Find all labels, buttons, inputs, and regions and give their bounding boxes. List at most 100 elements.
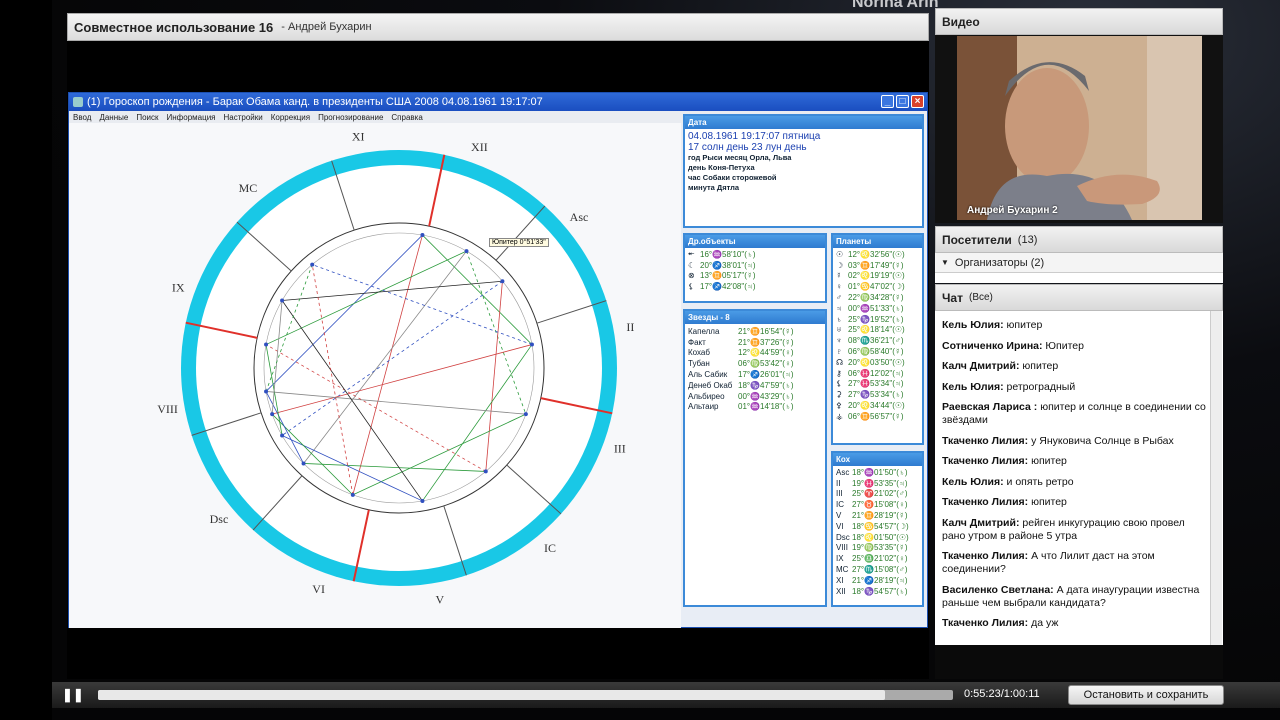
chat-text: Юпитер	[1045, 339, 1084, 352]
chat-author: Калч Дмитрий:	[942, 360, 1020, 372]
menu-item[interactable]: Данные	[99, 113, 128, 122]
table-row: ⚶ 06°♊56'57"(☿)	[836, 411, 919, 422]
table-row: ⊗ 13°♊05'17"(☿)	[688, 271, 822, 282]
close-icon[interactable]: ×	[911, 95, 924, 108]
chat-author: Кель Юлия:	[942, 475, 1004, 488]
planet-point	[500, 279, 505, 284]
menu-item[interactable]: Поиск	[136, 113, 158, 122]
house-label: Asc	[570, 210, 589, 224]
chat-text: юпитер	[1031, 496, 1067, 508]
chat-scrollbar[interactable]	[1210, 311, 1222, 645]
planet-point	[301, 461, 306, 466]
days-line: 17 солн день 23 лун день	[688, 142, 807, 153]
planet-point	[529, 342, 534, 347]
house-label: Dsc	[210, 512, 229, 526]
planet-value: 27°♓53'34"(♃)	[848, 379, 904, 389]
cusp-label: Asc	[836, 467, 850, 477]
cusp-label: V	[836, 511, 842, 521]
table-row: ♀ 01°♋47'02"(☽)	[836, 281, 919, 292]
date-panel: Дата 04.08.1961 19:17:07 пятница 17 солн…	[683, 114, 924, 228]
star-label: Аль Сабик	[688, 370, 728, 380]
planet-point	[280, 298, 285, 303]
table-row: ☉ 12°♌32'56"(☉)	[836, 249, 919, 260]
video-caption: Андрей Бухарин 2	[967, 205, 1058, 216]
chat-author: Ткаченко Лилия:	[942, 455, 1029, 467]
house-label: MC	[239, 181, 258, 195]
planet-value: 20°♌34'44"(☉)	[848, 401, 905, 411]
table-row: VIII 19°♍53'35"(☿)	[836, 543, 919, 554]
table-row: ⚸ 27°♓53'34"(♃)	[836, 379, 919, 390]
chat-author: Кель Юлия:	[942, 380, 1004, 393]
star-value: 18°♑47'59"(♄)	[738, 380, 794, 390]
chart-area[interactable]: XI XII Asc II III IC V VI Dsc VIII IX MC Юпитер 0°5…	[69, 123, 681, 628]
planet-value: 00°♒51'33"(♄)	[848, 303, 904, 313]
table-row: Asc 18°♒01'50"(♄)	[836, 467, 919, 478]
natal-chart-wheel[interactable]: XIXIIAscIIIIIICVVIDscVIIIIXMC	[69, 123, 681, 628]
planet-value: 25°♌18'14"(☉)	[848, 325, 905, 335]
table-row: MC 27°♏15'08"(♂)	[836, 564, 919, 575]
house-label: IC	[544, 541, 556, 555]
attendees-count: (13)	[1017, 233, 1038, 246]
share-title-bar: Совместное использование 16 - Андрей Бух…	[67, 13, 929, 41]
chat-header: Чат (Все)	[935, 284, 1223, 311]
window-titlebar[interactable]: (1) Гороскоп рождения - Барак Обама канд…	[69, 93, 927, 111]
chat-text: да уж	[1031, 617, 1059, 629]
menu-item[interactable]: Прогнозирование	[318, 113, 383, 122]
table-row: ☿ 02°♌19'19"(☉)	[836, 271, 919, 282]
table-row: V 21°♊28'19"(☿)	[836, 510, 919, 521]
minimize-icon[interactable]: _	[881, 95, 894, 108]
cusp-value: 18°♒01'50"(♄)	[852, 467, 908, 477]
panel-title: Планеты	[833, 235, 922, 248]
progress-track[interactable]	[98, 690, 953, 700]
maximize-icon[interactable]: □	[896, 95, 909, 108]
date-info-line: час Собаки сторожевой	[688, 173, 777, 182]
table-row: VI 18°♋54'57"(☽)	[836, 521, 919, 532]
triangle-down-icon[interactable]: ▼	[941, 258, 949, 267]
house-label: II	[626, 320, 634, 334]
star-value: 17°♐26'01"(♃)	[738, 370, 794, 380]
planets-panel: Планеты ☉ 12°♌32'56"(☉) ☽ 03°♊17'49"(☿) ☿ 02°…	[831, 233, 924, 445]
menu-item[interactable]: Ввод	[73, 113, 91, 122]
menu-item[interactable]: Коррекция	[271, 113, 310, 122]
chat-author: Калч Дмитрий:	[942, 516, 1020, 529]
table-row: ⯬ 16°♒58'10"(♄)	[688, 249, 822, 260]
chat-author: Сотниченко Ирина:	[942, 339, 1043, 352]
chat-text: ретроградный	[1006, 380, 1076, 393]
object-value: 13°♊05'17"(☿)	[700, 271, 756, 281]
menu-item[interactable]: Настройки	[224, 113, 263, 122]
menu-item[interactable]: Справка	[391, 113, 422, 122]
planet-value: 12°♌32'56"(☉)	[848, 249, 905, 259]
planet-value: 01°♋47'02"(☽)	[848, 282, 905, 292]
object-value: 16°♒58'10"(♄)	[700, 249, 756, 259]
pause-icon[interactable]: ❚❚	[62, 687, 84, 703]
chat-log[interactable]: Кель Юлия: юпитер Сотниченко Ирина: Юпите…	[935, 311, 1223, 645]
chat-text: у Януковича Солнце в Рыбах	[1031, 434, 1174, 447]
cusp-value: 18°♑54'57"(♄)	[852, 586, 908, 596]
planet-label: ♀	[836, 282, 842, 292]
table-row: IC 27°♉15'08"(♀)	[836, 499, 919, 510]
planet-value: 25°♑19'52"(♄)	[848, 314, 904, 324]
progress-fill	[98, 690, 885, 700]
chat-text: юпитер	[1006, 319, 1043, 331]
window-title: (1) Гороскоп рождения - Барак Обама канд…	[87, 96, 543, 108]
planet-value: 06°♊56'57"(☿)	[848, 411, 904, 421]
star-label: Тубан	[688, 359, 710, 369]
stop-and-save-button[interactable]: Остановить и сохранить	[1068, 685, 1224, 705]
planet-label: ⚸	[836, 379, 842, 389]
star-label: Факт	[688, 337, 706, 347]
object-value: 17°♐42'08"(♃)	[700, 282, 756, 292]
chat-author: Ткаченко Лилия:	[942, 617, 1029, 629]
star-value: 12°♌44'59"(♀)	[738, 348, 794, 358]
organizers-group[interactable]: ▼ Организаторы (2)	[935, 253, 1223, 273]
planet-value: 27°♑53'34"(♄)	[848, 390, 904, 400]
planet-point	[483, 469, 488, 474]
horoscope-window[interactable]: (1) Гороскоп рождения - Барак Обама канд…	[68, 92, 928, 628]
star-value: 06°♍53'42"(♀)	[738, 359, 794, 369]
cusp-value: 27°♉15'08"(♀)	[852, 500, 908, 510]
menu-item[interactable]: Информация	[167, 113, 216, 122]
chat-message: Калч Дмитрий: юпитер	[942, 360, 1209, 373]
panel-title: Кох	[833, 453, 922, 466]
background-text: Norina Arin	[852, 0, 939, 11]
planet-point	[264, 342, 269, 347]
chat-author: Ткаченко Лилия:	[942, 496, 1029, 508]
